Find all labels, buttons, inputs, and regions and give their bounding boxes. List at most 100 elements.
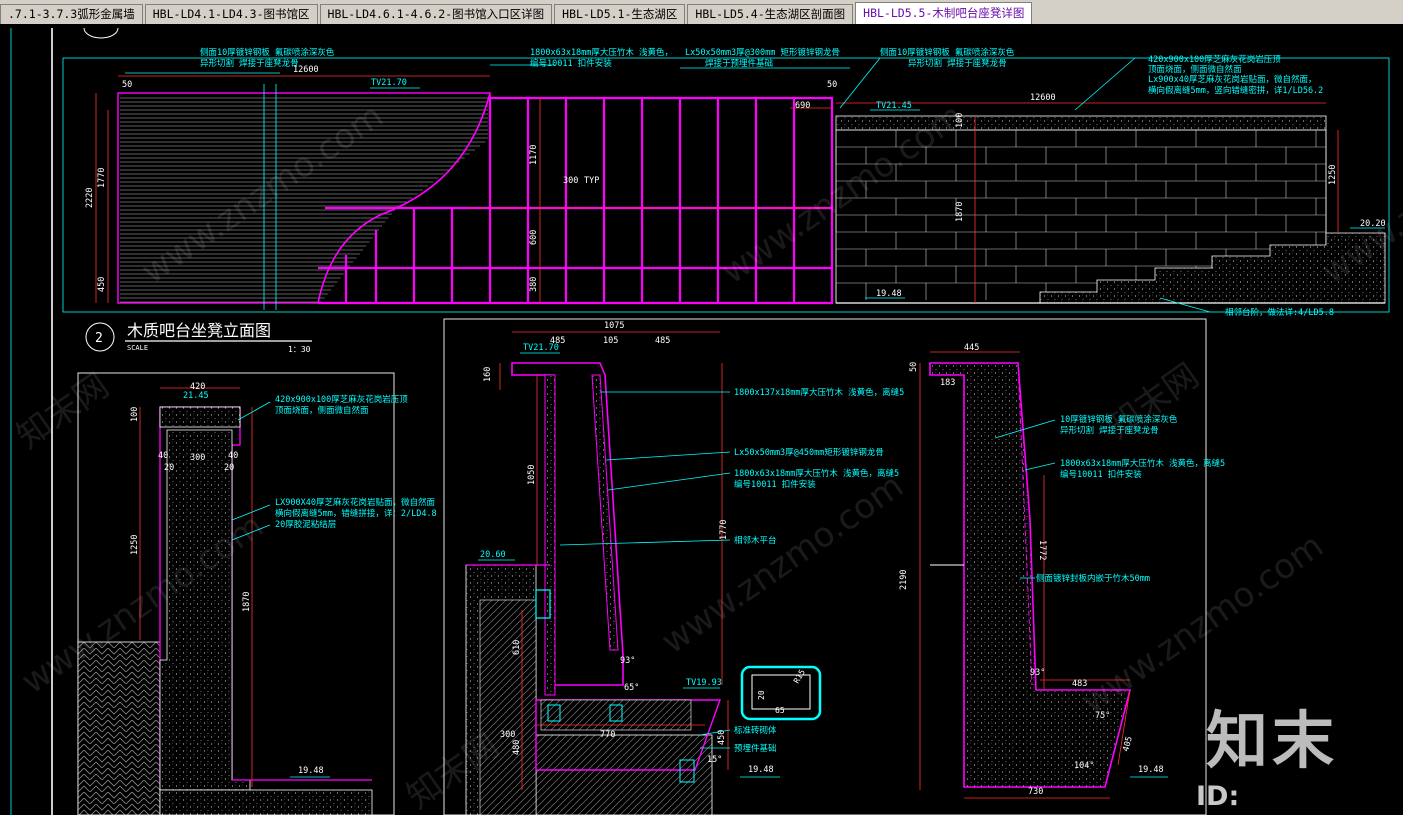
- tab-3[interactable]: HBL-LD5.1-生态湖区: [554, 4, 686, 24]
- dim-1870-elev: 1870: [955, 202, 965, 222]
- angle-93-mid: 93°: [620, 656, 635, 666]
- dim-300-mid: 300: [500, 730, 515, 740]
- dim-730: 730: [1028, 787, 1043, 797]
- left-note-3: LX900X40厚芝麻灰花岗岩贴面，微自然面: [275, 497, 435, 508]
- mid-note-5: 相邻木平台: [734, 535, 777, 546]
- tab-1[interactable]: HBL-LD4.1-LD4.3-图书馆区: [144, 4, 318, 24]
- dim-450: 450: [97, 277, 107, 292]
- dim-1075: 1075: [604, 321, 624, 331]
- title-scale: 1：30: [288, 345, 311, 354]
- dim-12600-right: 12600: [1030, 93, 1056, 103]
- left-note-5: 20厚胶泥粘结层: [275, 519, 336, 530]
- tab-0[interactable]: .7.1-3.7.3弧形金属墙: [0, 4, 143, 24]
- right-section-view: 445 183 483 730 93° 75° 104° 19.48 50 17…: [899, 343, 1225, 799]
- dim-1770-mid: 1770: [719, 520, 729, 540]
- dim-610: 610: [512, 640, 522, 655]
- dim-100-left: 100: [130, 407, 140, 422]
- mid-note-4: 编号10011 扣件安装: [734, 479, 816, 490]
- angle-75-right: 75°: [1095, 711, 1110, 721]
- detail-20: 20: [757, 690, 766, 700]
- dim-1772: 1772: [1037, 540, 1047, 560]
- note-steel-2: 异形切割 焊接于座凳龙骨: [200, 58, 299, 69]
- level-19-48-left: 19.48: [298, 766, 324, 776]
- dim-1170: 1170: [529, 145, 539, 165]
- dim-2220: 2220: [85, 188, 95, 208]
- dim-2190: 2190: [899, 570, 909, 590]
- left-section-view: 420 40 40 20 20 300 19.48 100 1250 1870 …: [77, 372, 437, 815]
- title-scale-label: SCALE: [127, 344, 148, 352]
- mid-note-2: Lx50x50mm3厚@450mm矩形镀锌钢龙骨: [734, 447, 884, 458]
- dim-20-b: 20: [224, 463, 234, 473]
- steel-keel-frame: [318, 96, 834, 305]
- level-19-48-mid: 19.48: [748, 765, 774, 775]
- level-21-45-left: 21.45: [183, 391, 209, 401]
- dim-50-left: 50: [122, 80, 132, 90]
- level-20-20: 20.20: [1360, 219, 1386, 229]
- dim-485-b: 485: [655, 336, 670, 346]
- level-19-48: 19.48: [876, 289, 902, 299]
- level-tv21-70-mid: TV21.70: [523, 343, 559, 353]
- tab-4[interactable]: HBL-LD5.4-生态湖区剖面图: [687, 4, 854, 24]
- angle-65-mid: 65°: [624, 683, 639, 693]
- note-keel-1: Lx50x50mm3厚@300mm 矩形镀锌钢龙骨: [685, 47, 840, 58]
- note-bamboo-2: 编号10011 扣件安装: [530, 58, 612, 69]
- dim-typ: TYP: [584, 176, 599, 186]
- note-granite-4: 横向假离缝5mm，竖向错缝密拼，详1/LD56.2: [1148, 85, 1323, 96]
- right-note-1: 10厚镀锌钢板 氟碳喷涂深灰色: [1060, 414, 1178, 425]
- dim-380: 380: [529, 277, 539, 292]
- mid-note-7: 预埋件基础: [734, 743, 777, 754]
- mid-note-3: 1800x63x18mm厚大压竹木 浅黄色，离缝5: [734, 468, 899, 479]
- dim-50-right: 50: [909, 362, 919, 372]
- granite-wall: [835, 115, 1386, 304]
- tab-5[interactable]: HBL-LD5.5-木制吧台座凳详图: [855, 2, 1033, 24]
- angle-15-mid: 15°: [707, 755, 722, 765]
- right-note-2: 异形切割 焊接于座凳龙骨: [1060, 425, 1159, 436]
- mid-note-6: 标准砖砌体: [734, 725, 777, 736]
- level-tv21-45: TV21.45: [876, 101, 912, 111]
- detail-65: 65: [775, 706, 785, 715]
- note-granite-2: 顶面烧面，侧面微自然面: [1148, 64, 1242, 75]
- note-keel-2: 焊接于预埋件基础: [705, 58, 773, 69]
- left-note-4: 横向假离缝5mm，错缝拼接，详：2/LD4.8: [275, 508, 437, 519]
- cad-drawing-canvas[interactable]: 50 12600 12600 50 690 300 TYP 20.20 19.4…: [0, 24, 1403, 815]
- note-steel-1: 侧面10厚镀锌钢板 氟碳喷涂深灰色: [200, 47, 335, 58]
- dim-300-typ: 300: [563, 176, 578, 186]
- dim-405: 405: [1121, 735, 1135, 752]
- dim-1250-elev: 1250: [1328, 165, 1338, 185]
- dim-160: 160: [483, 367, 493, 382]
- note-bamboo-1: 1800x63x18mm厚大压竹木 浅黄色，: [530, 47, 673, 58]
- dim-1870-left: 1870: [242, 592, 252, 612]
- note-adjacent-steps: 相邻台阶，做法详:4/LD5.8: [1225, 307, 1334, 318]
- znzmo-logo: 知末: [1206, 704, 1339, 777]
- dim-100-elev: 100: [955, 113, 965, 128]
- mid-note-1: 1800x137x18mm厚大压竹木 浅黄色，离缝5: [734, 387, 904, 398]
- dim-40-a: 40: [158, 451, 168, 461]
- level-20-60: 20.60: [480, 550, 506, 560]
- angle-93-right: 93°: [1030, 668, 1045, 678]
- title-number: 2: [95, 331, 103, 346]
- drawing-title: 2 木质吧台坐凳立面图 SCALE 1：30: [85, 321, 312, 354]
- dim-483: 483: [1072, 679, 1087, 689]
- resource-id-label: ID: 1142266541: [1196, 781, 1384, 815]
- dim-770: 770: [600, 730, 615, 740]
- dim-183: 183: [940, 378, 955, 388]
- angle-104-right: 104°: [1074, 761, 1094, 771]
- dim-480: 480: [512, 740, 522, 755]
- dim-40-b: 40: [228, 451, 238, 461]
- dim-1050: 1050: [527, 465, 537, 485]
- drawing-tab-bar: .7.1-3.7.3弧形金属墙 HBL-LD4.1-LD4.3-图书馆区 HBL-L…: [0, 0, 1403, 25]
- note-steel-right-2: 异形切割 焊接于座凳龙骨: [908, 58, 1007, 69]
- dim-105: 105: [603, 336, 618, 346]
- bamboo-panel: [117, 84, 491, 310]
- note-granite-3: Lx900x40厚芝麻灰花岗岩贴面，微自然面，: [1148, 74, 1316, 85]
- tab-2[interactable]: HBL-LD4.6.1-4.6.2-图书馆入口区详图: [319, 4, 553, 24]
- dim-50-right: 50: [827, 80, 837, 90]
- detail-r15: R15: [792, 668, 807, 685]
- right-note-3: 1800x63x18mm厚大压竹木 浅黄色，离缝5: [1060, 458, 1225, 469]
- dim-1250-left: 1250: [130, 535, 140, 555]
- title-name: 木质吧台坐凳立面图: [127, 321, 271, 340]
- right-note-4: 编号10011 扣件安装: [1060, 469, 1142, 480]
- dim-690: 690: [795, 101, 810, 111]
- level-tv21-70: TV21.70: [371, 78, 407, 88]
- level-tv19-93: TV19.93: [686, 678, 722, 688]
